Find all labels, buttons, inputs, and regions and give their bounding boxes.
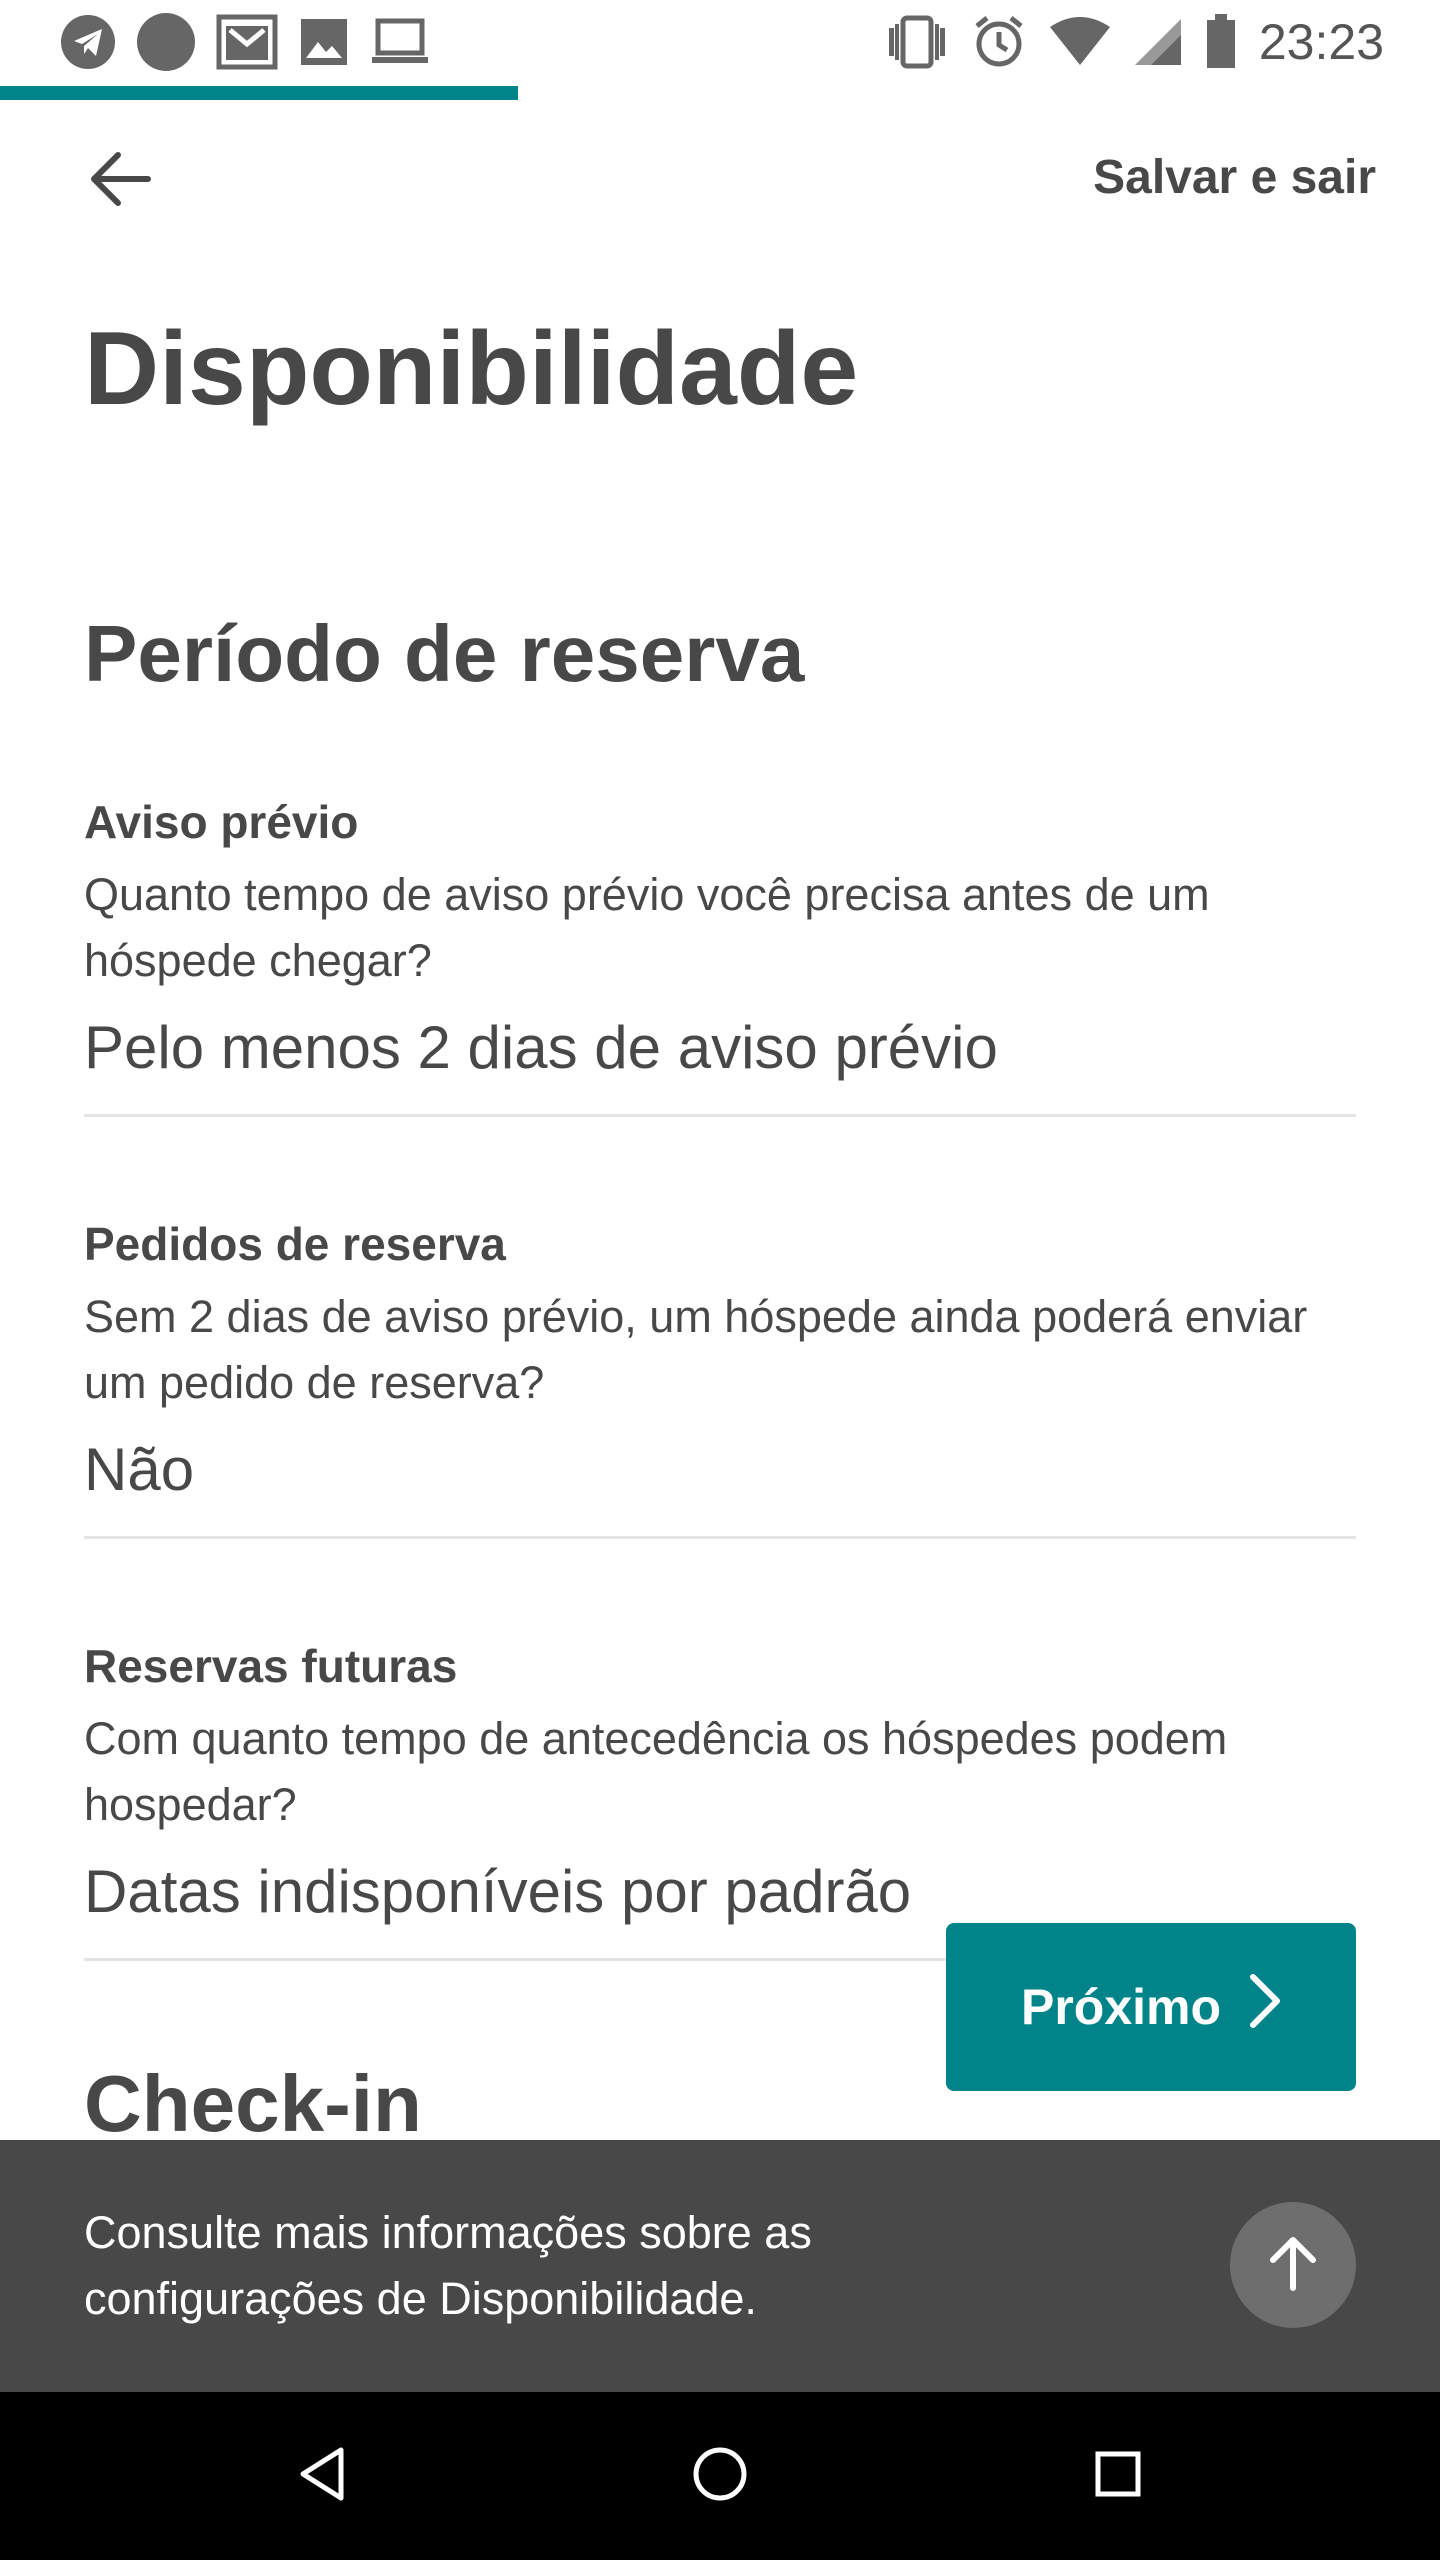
gmail-icon: [216, 14, 278, 70]
navigation-bar: [0, 2392, 1440, 2560]
snackbar-text[interactable]: Consulte mais informações sobre as confi…: [84, 2200, 984, 2332]
divider: [84, 1114, 1356, 1117]
field-description: Sem 2 dias de aviso prévio, um hóspede a…: [84, 1291, 1308, 1408]
page-title: Disponibilidade: [84, 311, 859, 427]
notification-icons: [60, 12, 430, 72]
signal-icon: [1133, 17, 1183, 67]
field-value[interactable]: Pelo menos 2 dias de aviso prévio: [84, 1006, 1356, 1090]
save-and-exit-button[interactable]: Salvar e sair: [1093, 150, 1376, 205]
back-triangle-icon: [297, 2446, 347, 2507]
field-future-reservations[interactable]: Reservas futuras Com quanto tempo de ant…: [84, 1636, 1356, 1961]
recents-square-icon: [1094, 2450, 1142, 2503]
circle-icon: [136, 12, 196, 72]
image-icon: [298, 16, 350, 68]
wifi-icon: [1049, 17, 1111, 67]
status-clock: 23:23: [1258, 14, 1384, 70]
field-booking-requests[interactable]: Pedidos de reserva Sem 2 dias de aviso p…: [84, 1214, 1356, 1539]
nav-home-button[interactable]: [670, 2426, 770, 2526]
field-value[interactable]: Não: [84, 1428, 1356, 1512]
battery-icon: [1205, 14, 1237, 70]
laptop-icon: [370, 17, 430, 67]
field-label: Reservas futuras: [84, 1640, 458, 1692]
field-value[interactable]: Datas indisponíveis por padrão: [84, 1850, 1356, 1934]
home-circle-icon: [692, 2446, 748, 2507]
arrow-left-icon: [88, 150, 152, 213]
field-description: Com quanto tempo de antecedência os hósp…: [84, 1713, 1228, 1830]
next-button[interactable]: Próximo: [946, 1923, 1356, 2091]
telegram-icon: [60, 14, 116, 70]
back-button[interactable]: [80, 145, 160, 217]
checkin-section-title: Check-in: [84, 2059, 422, 2148]
field-label: Aviso prévio: [84, 796, 359, 848]
progress-bar: [0, 86, 519, 100]
divider: [84, 1536, 1356, 1539]
section-title: Período de reserva: [84, 609, 805, 698]
nav-recents-button[interactable]: [1068, 2426, 1168, 2526]
next-button-label: Próximo: [1020, 1979, 1222, 2035]
nav-back-button[interactable]: [272, 2426, 372, 2526]
vibrate-icon: [885, 14, 949, 70]
alarm-icon: [971, 14, 1027, 70]
status-bar: 23:23: [0, 0, 1440, 96]
arrow-up-icon: [1267, 2234, 1319, 2297]
scroll-to-top-button[interactable]: [1230, 2202, 1356, 2328]
chevron-right-icon: [1249, 1973, 1281, 2041]
field-label: Pedidos de reserva: [84, 1218, 506, 1270]
info-snackbar: Consulte mais informações sobre as confi…: [0, 2140, 1440, 2392]
field-description: Quanto tempo de aviso prévio você precis…: [84, 869, 1210, 986]
system-status-icons: 23:23: [885, 10, 1384, 74]
field-advance-notice[interactable]: Aviso prévio Quanto tempo de aviso prévi…: [84, 792, 1356, 1117]
